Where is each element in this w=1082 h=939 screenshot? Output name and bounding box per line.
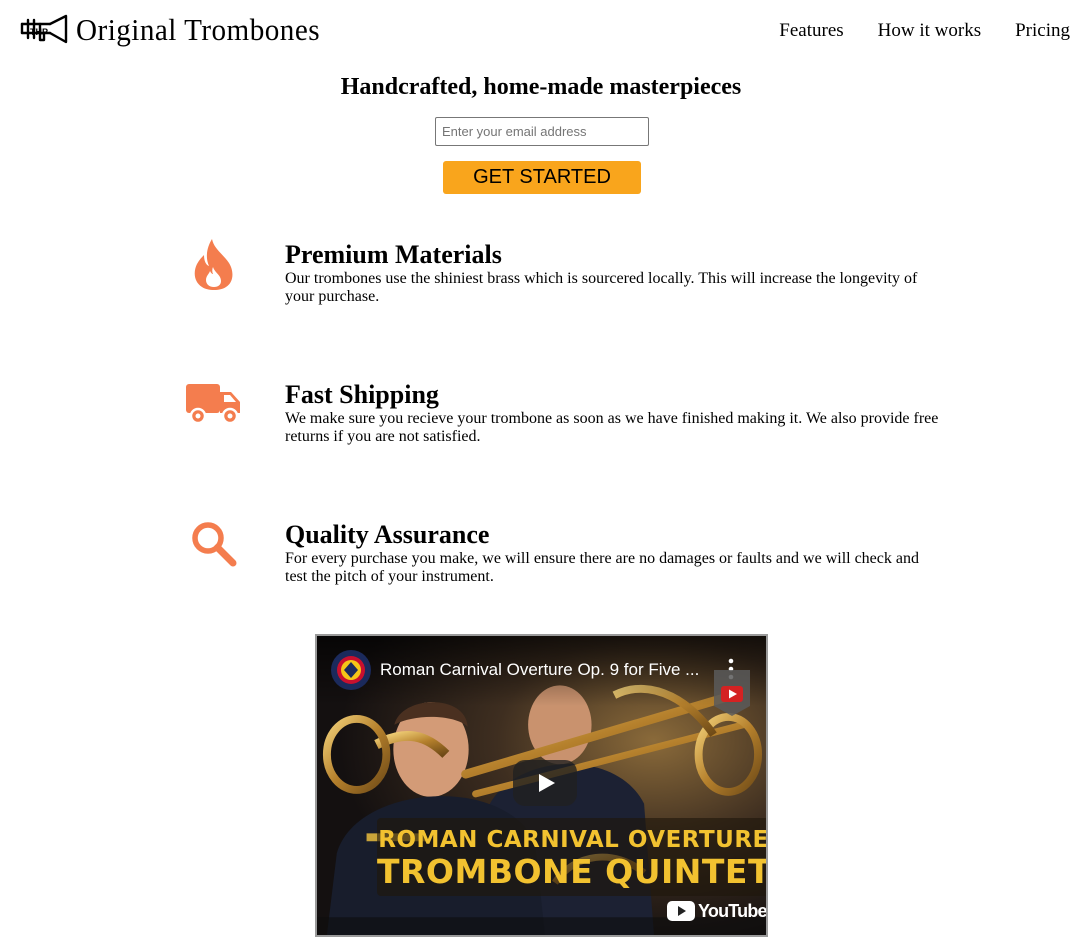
logo-text: Original Trombones [76, 11, 321, 47]
nav-link-pricing[interactable]: Pricing [1015, 20, 1070, 42]
video-title[interactable]: Roman Carnival Overture Op. 9 for Five .… [380, 660, 710, 680]
site-header: THP Original Trombones Features How it w… [0, 0, 1082, 56]
video-embed[interactable]: Roman Carnival Overture Op. 9 for Five .… [315, 634, 768, 937]
logo[interactable]: THP Original Trombones [20, 9, 336, 49]
youtube-wordmark: YouTube [698, 900, 767, 921]
get-started-button[interactable]: GET STARTED [443, 161, 641, 194]
search-icon [183, 514, 245, 574]
feature-text: Our trombones use the shiniest brass whi… [285, 270, 918, 305]
play-icon[interactable] [513, 760, 577, 806]
feature-premium-materials: Premium Materials Our trombones use the … [0, 239, 1082, 330]
truck-icon [183, 374, 245, 434]
channel-badge-icon[interactable] [712, 670, 752, 718]
feature-title: Premium Materials [285, 240, 502, 269]
feature-text: We make sure you recieve your trombone a… [285, 410, 939, 445]
trombone-logo-icon: THP [20, 14, 68, 44]
main-nav: Features How it works Pricing [779, 20, 1070, 42]
feature-fast-shipping: Fast Shipping We make sure you recieve y… [0, 380, 1082, 470]
feature-text: For every purchase you make, we will ens… [285, 550, 919, 585]
channel-avatar[interactable] [331, 650, 371, 690]
video-overlay-line1: ROMAN CARNIVAL OVERTURE [378, 827, 768, 853]
email-input[interactable] [435, 117, 649, 146]
feature-title: Fast Shipping [285, 380, 439, 409]
fire-icon [183, 234, 245, 294]
youtube-logo[interactable]: YouTube [667, 900, 767, 922]
svg-text:THP: THP [30, 27, 48, 37]
nav-link-features[interactable]: Features [779, 20, 843, 42]
feature-quality-assurance: Quality Assurance For every purchase you… [0, 520, 1082, 610]
feature-title: Quality Assurance [285, 520, 490, 549]
video-overlay-line2: TROMBONE QUINTET [377, 852, 768, 891]
nav-link-how-it-works[interactable]: How it works [878, 20, 981, 42]
hero-title: Handcrafted, home-made masterpieces [340, 74, 742, 100]
youtube-play-icon [667, 901, 695, 921]
